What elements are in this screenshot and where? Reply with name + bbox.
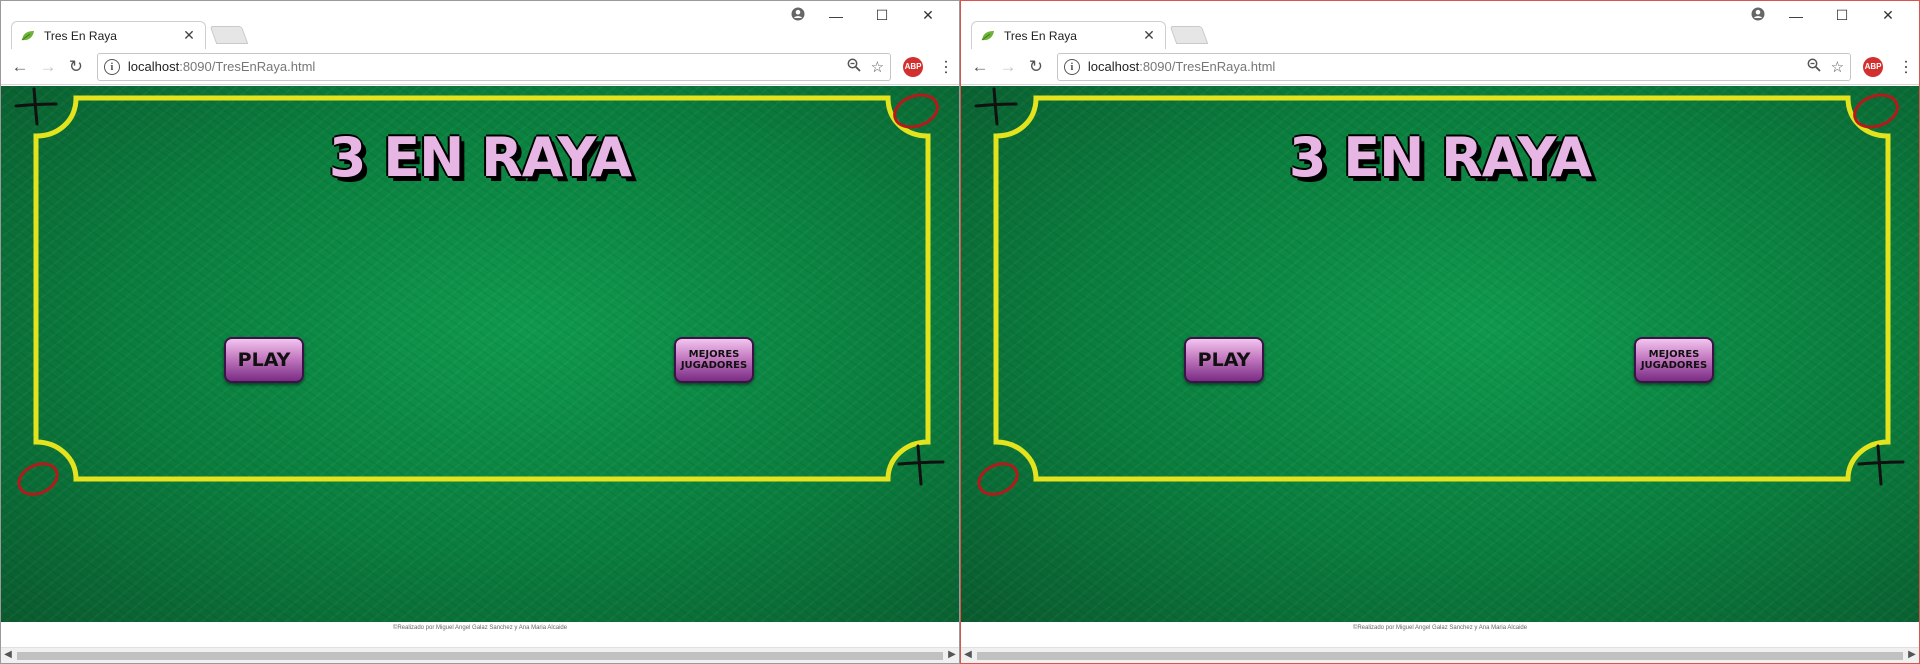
o-mark-bottom-left [17, 462, 59, 496]
address-bar[interactable]: i localhost:8090/TresEnRaya.html ☆ [1056, 52, 1852, 81]
game-title-text: 3 EN RAYA [328, 126, 632, 189]
adblock-icon[interactable]: ABP [903, 56, 923, 77]
close-window-button[interactable]: ✕ [905, 7, 951, 24]
play-button[interactable]: PLAY [224, 337, 304, 383]
url-host: localhost [127, 59, 180, 74]
url-path: :8090/TresEnRaya.html [179, 59, 316, 74]
browser-tab[interactable]: Tres En Raya ✕ [971, 21, 1166, 49]
o-mark-bottom-left [977, 462, 1019, 496]
browser-window-left: Tres En Raya ✕ — ☐ ✕ ← → ↻ i localhost:8… [0, 0, 960, 664]
minimize-button[interactable]: — [813, 8, 859, 24]
adblock-icon[interactable]: ABP [1863, 56, 1883, 77]
maximize-button[interactable]: ☐ [859, 7, 905, 24]
scroll-left-arrow-icon[interactable]: ◀ [1, 649, 15, 660]
horizontal-scrollbar[interactable]: ◀ ▶ [1, 647, 959, 663]
scrollbar-thumb[interactable] [17, 652, 943, 660]
leaf-favicon-icon [980, 28, 996, 44]
forward-arrow-icon[interactable]: → [995, 54, 1021, 80]
scroll-right-arrow-icon[interactable]: ▶ [945, 649, 959, 660]
play-button[interactable]: PLAY [1184, 337, 1264, 383]
game-page: 3 EN RAYA PLAY MEJORES JUGADORES [1, 86, 959, 622]
maximize-button[interactable]: ☐ [1819, 7, 1865, 24]
game-page: 3 EN RAYA PLAY MEJORES JUGADORES [961, 86, 1919, 622]
tab-title: Tres En Raya [1004, 28, 1077, 43]
profile-icon[interactable] [1743, 7, 1773, 24]
new-tab-button[interactable] [1169, 26, 1209, 44]
leaf-favicon-icon [20, 28, 36, 44]
tab-close-icon[interactable]: ✕ [1141, 27, 1157, 44]
window-controls: — ☐ ✕ [783, 7, 951, 24]
tab-title: Tres En Raya [44, 28, 117, 43]
info-icon[interactable]: i [103, 58, 120, 75]
bookmark-star-icon[interactable]: ☆ [871, 58, 884, 76]
url-text: localhost:8090/TresEnRaya.html [1088, 59, 1807, 74]
address-bar[interactable]: i localhost:8090/TresEnRaya.html ☆ [96, 52, 892, 81]
browser-tab[interactable]: Tres En Raya ✕ [11, 21, 206, 49]
minimize-button[interactable]: — [1773, 8, 1819, 24]
bookmark-star-icon[interactable]: ☆ [1831, 58, 1844, 76]
horizontal-scrollbar[interactable]: ◀ ▶ [961, 647, 1919, 663]
new-tab-button[interactable] [209, 26, 249, 44]
url-text: localhost:8090/TresEnRaya.html [128, 59, 847, 74]
close-window-button[interactable]: ✕ [1865, 7, 1911, 24]
desktop-screen: Tres En Raya ✕ — ☐ ✕ ← → ↻ i localhost:8… [0, 0, 1920, 664]
page-footer: ©Realizado por Miguel Angel Galaz Sanche… [1, 622, 959, 642]
info-icon[interactable]: i [1063, 58, 1080, 75]
forward-arrow-icon[interactable]: → [35, 54, 61, 80]
scroll-right-arrow-icon[interactable]: ▶ [1905, 649, 1919, 660]
omnibox-actions: ☆ [847, 58, 884, 76]
x-mark-bottom-right [897, 444, 945, 486]
back-arrow-icon[interactable]: ← [7, 54, 33, 80]
reload-icon[interactable]: ↻ [63, 54, 89, 80]
game-title: 3 EN RAYA [1, 126, 959, 189]
x-mark-top-left [14, 87, 58, 126]
tab-strip: Tres En Raya ✕ — ☐ ✕ [1, 1, 959, 49]
omnibox-actions: ☆ [1807, 58, 1844, 76]
reload-icon[interactable]: ↻ [1023, 54, 1049, 80]
tab-strip: Tres En Raya ✕ — ☐ ✕ [961, 1, 1919, 49]
best-players-button[interactable]: MEJORES JUGADORES [674, 337, 754, 383]
browser-toolbar: ← → ↻ i localhost:8090/TresEnRaya.html ☆… [1, 49, 959, 85]
game-title-text: 3 EN RAYA [1288, 126, 1592, 189]
best-players-button[interactable]: MEJORES JUGADORES [1634, 337, 1714, 383]
tab-close-icon[interactable]: ✕ [181, 27, 197, 44]
browser-window-right: Tres En Raya ✕ — ☐ ✕ ← → ↻ i localhost:8… [960, 0, 1920, 664]
page-footer: ©Realizado por Miguel Angel Galaz Sanche… [961, 622, 1919, 642]
browser-toolbar: ← → ↻ i localhost:8090/TresEnRaya.html ☆… [961, 49, 1919, 85]
menu-dots-icon[interactable]: ⋯ [1897, 59, 1914, 75]
profile-icon[interactable] [783, 7, 813, 24]
scroll-left-arrow-icon[interactable]: ◀ [961, 649, 975, 660]
url-path: :8090/TresEnRaya.html [1139, 59, 1276, 74]
game-title: 3 EN RAYA [961, 126, 1919, 189]
back-arrow-icon[interactable]: ← [967, 54, 993, 80]
x-mark-bottom-right [1857, 444, 1905, 486]
zoom-icon[interactable] [1807, 58, 1821, 76]
x-mark-top-left [974, 87, 1018, 126]
zoom-icon[interactable] [847, 58, 861, 76]
url-host: localhost [1087, 59, 1140, 74]
scrollbar-thumb[interactable] [977, 652, 1903, 660]
window-controls: — ☐ ✕ [1743, 7, 1911, 24]
menu-dots-icon[interactable]: ⋯ [937, 59, 954, 75]
